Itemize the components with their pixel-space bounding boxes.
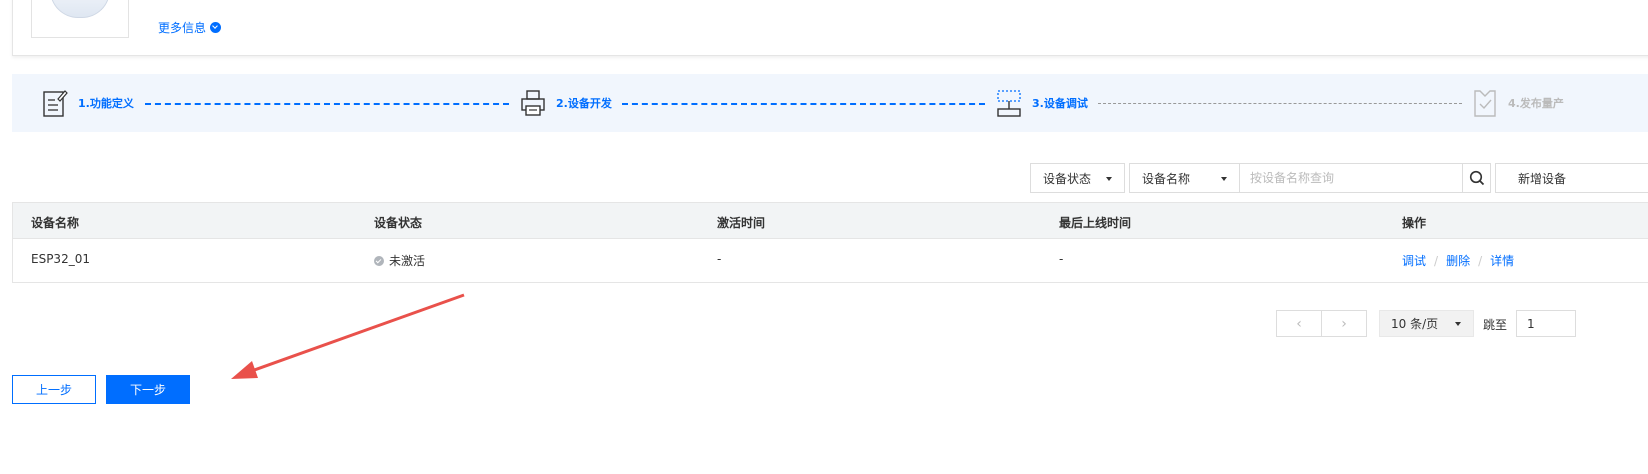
device-name-cell: ESP32_01 [31,252,90,266]
prev-page-button[interactable]: ‹ [1276,310,1322,337]
status-check-icon [374,256,384,266]
search-input[interactable] [1239,163,1463,193]
product-image [50,0,110,18]
chevron-down-icon [210,22,222,33]
caret-down-icon [1455,322,1461,326]
step-connector-1 [145,103,509,105]
edit-document-icon [43,90,68,117]
debug-link[interactable]: 调试 [1402,254,1426,268]
page-size-select[interactable]: 10 条/页 [1379,310,1474,337]
device-debug-page: 更多信息 1.功能定义 2.设备开发 3.设备调试 4.发布量产 设备状态 设备… [0,0,1648,474]
last-online-cell: - [1059,252,1064,266]
step-label-4: 4.发布量产 [1508,97,1564,110]
activated-time-cell: - [717,252,722,266]
caret-down-icon [1221,177,1227,181]
search-field-select[interactable]: 设备名称 [1129,163,1240,193]
column-header-actions: 操作 [1402,216,1427,230]
device-table: 设备名称 设备状态 激活时间 最后上线时间 操作 ESP32_01 未激活 - … [12,202,1648,283]
status-filter-select[interactable]: 设备状态 [1030,163,1125,193]
search-field-label: 设备名称 [1142,171,1191,186]
prev-step-label: 上一步 [35,383,72,397]
jump-to-label: 跳至 [1483,318,1508,332]
more-info-label: 更多信息 [158,21,207,35]
step-publish[interactable]: 4.发布量产 [1472,74,1564,132]
step-device-development[interactable]: 2.设备开发 [520,74,612,132]
device-status-cell: 未激活 [374,252,425,269]
column-header-status: 设备状态 [374,216,423,230]
step-label-3: 3.设备调试 [1032,97,1088,110]
column-header-name: 设备名称 [31,216,80,230]
caret-down-icon [1106,177,1112,181]
steps-bar: 1.功能定义 2.设备开发 3.设备调试 4.发布量产 [12,74,1648,132]
column-header-last-online: 最后上线时间 [1059,216,1132,230]
next-page-button[interactable]: › [1321,310,1367,337]
debug-board-icon [997,90,1021,117]
checklist-icon [1474,90,1496,117]
separator: / [1478,254,1483,268]
step-connector-3 [1098,103,1462,104]
product-thumbnail [31,0,129,38]
delete-link[interactable]: 删除 [1446,254,1470,268]
column-header-activated: 激活时间 [717,216,766,230]
table-header: 设备名称 设备状态 激活时间 最后上线时间 操作 [13,203,1648,239]
separator: / [1434,254,1439,268]
page-size-label: 10 条/页 [1391,317,1439,331]
actions-cell: 调试 / 删除 / 详情 [1402,252,1514,269]
printer-icon [521,90,545,116]
add-device-label: 新增设备 [1518,171,1567,186]
device-status-text: 未激活 [389,254,426,268]
chevron-right-icon: › [1341,315,1347,332]
next-step-button[interactable]: 下一步 [106,375,190,404]
details-link[interactable]: 详情 [1490,254,1514,268]
jump-page-input[interactable] [1516,310,1576,337]
prev-step-button[interactable]: 上一步 [12,375,96,404]
step-label-2: 2.设备开发 [556,97,612,110]
status-filter-label: 设备状态 [1043,171,1092,186]
table-row: ESP32_01 未激活 - - 调试 / 删除 / 详情 [13,239,1648,282]
more-info-link[interactable]: 更多信息 [158,19,222,36]
chevron-left-icon: ‹ [1296,315,1302,332]
add-device-button[interactable]: 新增设备 [1495,163,1648,193]
search-icon [1469,170,1484,186]
product-info-card: 更多信息 [12,0,1648,56]
step-device-debug[interactable]: 3.设备调试 [996,74,1088,132]
step-connector-2 [622,103,985,105]
step-function-definition[interactable]: 1.功能定义 [42,74,134,132]
step-label-1: 1.功能定义 [78,97,134,110]
search-button[interactable] [1462,163,1491,193]
next-step-label: 下一步 [129,383,166,397]
